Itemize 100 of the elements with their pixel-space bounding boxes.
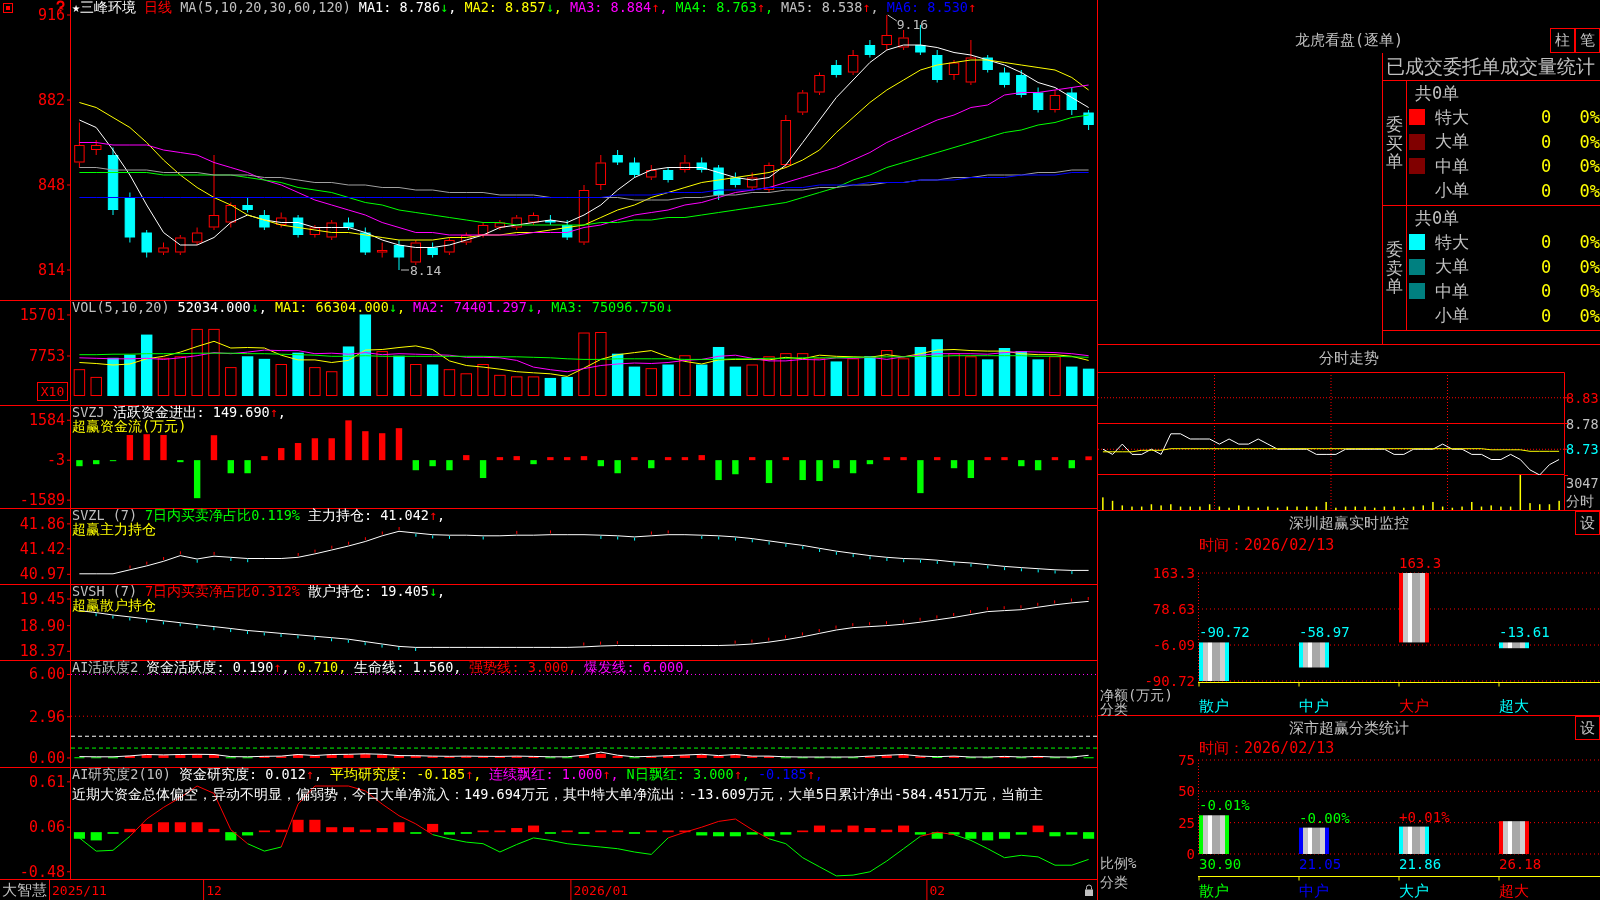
category-label: 散户 — [1199, 882, 1229, 900]
annotation: 9.16 — [896, 17, 929, 32]
axis-label: 15701 — [19, 305, 65, 324]
order-size-label: 中单 — [1435, 155, 1469, 176]
indicator-label: MA6: 8.530↑ — [886, 0, 977, 14]
indicator-label: MA1: 8.786↓, — [358, 0, 457, 14]
order-share: 0% — [1579, 305, 1600, 326]
indicator-label: MA2: 74401.297↓, — [413, 300, 544, 314]
order-share: 0% — [1579, 256, 1600, 277]
axis-label: 8.83 — [1566, 389, 1599, 406]
indicator-label: 52034.000↓, — [177, 300, 267, 314]
indicator-label: N日飘红: 3.000↑, — [626, 767, 750, 781]
date-label: 02 — [929, 883, 946, 898]
value-label: 30.90 — [1199, 856, 1242, 872]
axis-label: 8.73 — [1566, 441, 1599, 458]
price-extreme-label: 9.16 — [887, 14, 929, 32]
order-share: 0% — [1579, 232, 1600, 253]
category-label: 中户 — [1299, 882, 1329, 900]
panel-title: 分时走势 — [1319, 349, 1379, 367]
indicator-label: MA5: 8.538↑, — [781, 0, 879, 14]
indicator-label: MA(5,10,20,30,60,120) — [180, 0, 351, 14]
indicator-note: 近期大资金总体偏空，异动不明显，偏弱势，今日大单净流入：149.694万元，其中特大单净流出：-13.609万元，大单5日累计净出-584.451万元，当前主 — [72, 787, 1043, 801]
axis-label: -90.72 — [1144, 673, 1195, 689]
order-count: 0 — [1540, 156, 1552, 177]
axis-label: -6.09 — [1152, 637, 1195, 653]
date-label: 2026/01 — [573, 883, 629, 898]
axis-label: 0.61 — [28, 772, 65, 791]
axis-label: -0.48 — [19, 862, 65, 881]
axis-label: -1589 — [19, 491, 65, 508]
order-share: 0% — [1579, 281, 1600, 302]
indicator-label: 资金活跃度: 0.190↑, — [146, 660, 290, 674]
axis-title: 净额(万元) — [1100, 687, 1173, 703]
change-label: -0.01% — [1199, 797, 1250, 814]
date-label: 2025/11 — [52, 883, 107, 898]
value-label: 21.86 — [1399, 856, 1442, 872]
order-total: 共0单 — [1415, 208, 1460, 228]
indicator-label: AI研究度2(10) — [72, 767, 171, 781]
indicator-label: 强势线: 3.000, — [469, 660, 577, 674]
indicator-label: 生命线: 1.560, — [354, 660, 462, 674]
indicator-label: VOL(5,10,20) — [72, 300, 170, 314]
indicator-label: SVZL (7) — [72, 508, 138, 522]
side-label: 委买单 — [1386, 114, 1403, 172]
axis-label: 41.86 — [19, 514, 65, 533]
axis-title: 分类 — [1100, 701, 1128, 717]
indicator-note: 超赢资金流(万元) — [72, 419, 187, 433]
axis-label: 25 — [1178, 814, 1195, 831]
order-count: 0 — [1540, 256, 1552, 277]
order-count: 0 — [1540, 281, 1552, 302]
order-count: 0 — [1540, 107, 1552, 128]
order-share: 0% — [1579, 107, 1600, 128]
order-size-label: 特大 — [1435, 231, 1469, 252]
axis-label: 41.42 — [19, 539, 65, 558]
indicator-label: 资金研究度: 0.012↑, — [178, 767, 323, 781]
value-label: 26.18 — [1499, 856, 1542, 872]
axis-label: 163.3 — [1152, 565, 1195, 581]
indicator-label: MA2: 8.857↓, — [464, 0, 562, 14]
indicator-label: 7日内买卖净占比0.119% — [145, 508, 300, 522]
order-count: 0 — [1540, 180, 1552, 201]
axis-label: 6.00 — [28, 665, 65, 684]
order-size-label: 中单 — [1435, 280, 1469, 301]
date-time-label: 时间：2026/02/13 — [1199, 739, 1335, 757]
indicator-label: ★三峰环境 — [72, 0, 137, 14]
order-share: 0% — [1579, 180, 1600, 201]
axis-label: 0 — [1186, 846, 1195, 862]
axis-label: 8.78 — [1566, 415, 1599, 432]
indicator-label: AI活跃度2 — [72, 660, 139, 674]
multiplier-label: X10 — [37, 382, 68, 401]
axis-label: 1584 — [28, 411, 65, 430]
change-label: -0.00% — [1299, 809, 1350, 826]
indicator-label: 平均研究度: -0.185↑, — [330, 767, 482, 781]
category-label: 大户 — [1399, 882, 1429, 900]
order-share: 0% — [1579, 156, 1600, 177]
axis-label: 75 — [1178, 752, 1195, 768]
axis-label: 848 — [37, 176, 65, 194]
side-label: 委卖单 — [1386, 239, 1403, 297]
indicator-label: -0.185↑, — [757, 767, 823, 781]
panel-title: 深市超赢分类统计 — [1289, 718, 1409, 738]
axis-label: 19.45 — [19, 590, 65, 608]
indicator-label: MA1: 66304.000↓, — [275, 300, 406, 314]
panel-title: 深圳超赢实时监控 — [1289, 513, 1409, 533]
axis-label: 18.37 — [19, 642, 65, 660]
indicator-label: 爆发线: 6.000, — [584, 660, 692, 674]
axis-label: 18.90 — [19, 616, 65, 635]
value-label: 21.05 — [1299, 856, 1342, 872]
category-label: 散户 — [1199, 697, 1229, 715]
price-extreme-label: 8.14 — [400, 263, 442, 278]
change-label: +0.01% — [1399, 808, 1450, 825]
panel-title: 龙虎看盘(逐单) — [1294, 31, 1404, 50]
order-size-label: 大单 — [1435, 131, 1469, 152]
axis-label: 882 — [37, 91, 65, 109]
category-label: 超大 — [1499, 697, 1529, 715]
indicator-label: SVSH (7) — [72, 584, 138, 598]
indicator-label: 活跃资金进出: 149.690↑, — [112, 405, 286, 419]
category-label: 大户 — [1399, 697, 1429, 715]
axis-label: 814 — [37, 261, 65, 279]
value-label: -90.72 — [1199, 624, 1250, 641]
category-label: 中户 — [1299, 697, 1329, 715]
table-title: 已成交委托单成交量统计 — [1386, 55, 1595, 77]
order-count: 0 — [1540, 305, 1552, 326]
axis-label: 916 — [37, 6, 65, 24]
